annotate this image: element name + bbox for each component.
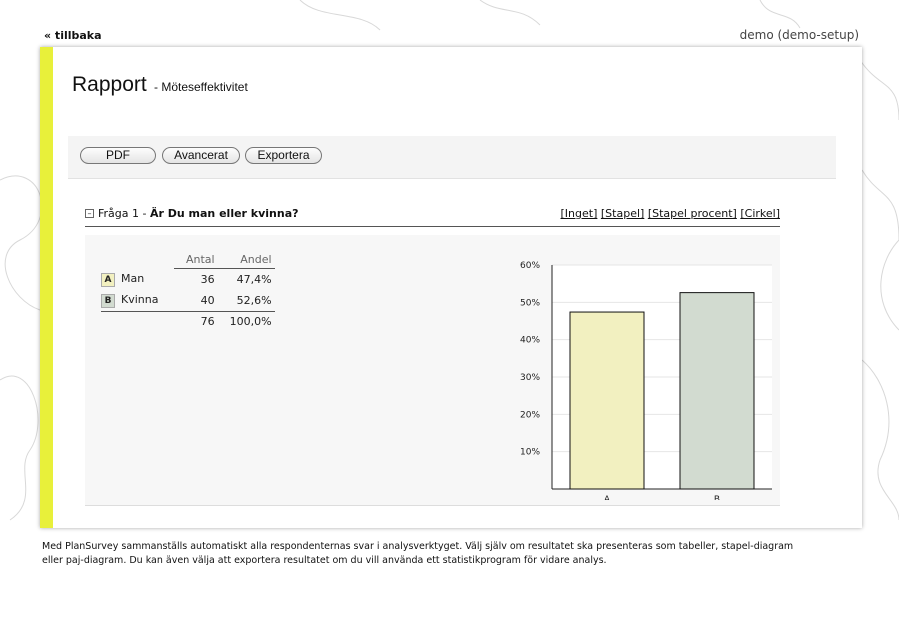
question-text: Är Du man eller kvinna? (149, 207, 299, 220)
option-label: Kvinna (121, 292, 159, 306)
pdf-button[interactable]: PDF (80, 147, 156, 164)
page-subtitle: - Möteseffektivitet (154, 80, 248, 94)
back-link[interactable]: « tillbaka (44, 29, 102, 42)
footer-description: Med PlanSurvey sammanställs automatiskt … (42, 541, 794, 566)
bar-chart: 10% 20% 30% 40% 50% 60% A B (520, 261, 772, 500)
y-tick-label: 10% (520, 448, 540, 458)
question-number: Fråga 1 - (98, 207, 150, 220)
question-title: Fråga 1 - Är Du man eller kvinna? (98, 207, 299, 220)
table-row: B Kvinna 40 52,6% (101, 290, 275, 312)
option-share: 52,6% (236, 293, 272, 307)
view-none-link[interactable]: [Inget] (561, 207, 598, 220)
option-code-badge: B (101, 293, 115, 308)
y-tick-label: 30% (520, 373, 540, 383)
total-count: 76 (174, 310, 218, 332)
view-bar-link[interactable]: [Stapel] (601, 207, 644, 220)
y-tick-label: 40% (520, 336, 540, 346)
collapse-icon[interactable]: – (85, 209, 94, 218)
report-card: Rapport - Möteseffektivitet PDF Avancera… (40, 47, 862, 528)
bar-a (569, 311, 645, 490)
y-tick-label: 50% (520, 298, 540, 308)
total-share: 100,0% (217, 310, 275, 332)
table-row: A Man 36 47,4% (101, 269, 275, 290)
results-table: Antal Andel A Man 36 47,4% B Kvinna 40 52,… (101, 250, 275, 332)
user-account-label: demo (demo-setup) (739, 28, 859, 42)
header-antal: Antal (174, 250, 218, 269)
total-row: 76 100,0% (101, 310, 275, 332)
view-bar-percent-link[interactable]: [Stapel procent] (648, 207, 737, 220)
report-toolbar: PDF Avancerat Exportera (68, 136, 836, 179)
y-tick-label: 60% (520, 261, 540, 271)
bar-b (679, 292, 755, 490)
option-count: 40 (200, 293, 215, 307)
view-options: [Inget] [Stapel] [Stapel procent] [Cirke… (561, 207, 780, 220)
question-header: – Fråga 1 - Är Du man eller kvinna? [Ing… (85, 207, 780, 227)
header-andel: Andel (217, 250, 275, 269)
option-share: 47,4% (236, 272, 272, 286)
option-label: Man (121, 271, 145, 285)
option-count: 36 (200, 272, 215, 286)
export-button[interactable]: Exportera (245, 147, 322, 164)
table-header-row: Antal Andel (101, 250, 275, 269)
advanced-button[interactable]: Avancerat (162, 147, 240, 164)
accent-bar (40, 47, 53, 528)
question-results: Antal Andel A Man 36 47,4% B Kvinna 40 52,… (85, 235, 780, 506)
option-code-badge: A (101, 272, 115, 287)
view-pie-link[interactable]: [Cirkel] (740, 207, 780, 220)
x-tick-label: B (714, 495, 720, 500)
page-title: Rapport (72, 73, 147, 96)
x-tick-label: A (604, 495, 611, 500)
y-tick-label: 20% (520, 410, 540, 420)
